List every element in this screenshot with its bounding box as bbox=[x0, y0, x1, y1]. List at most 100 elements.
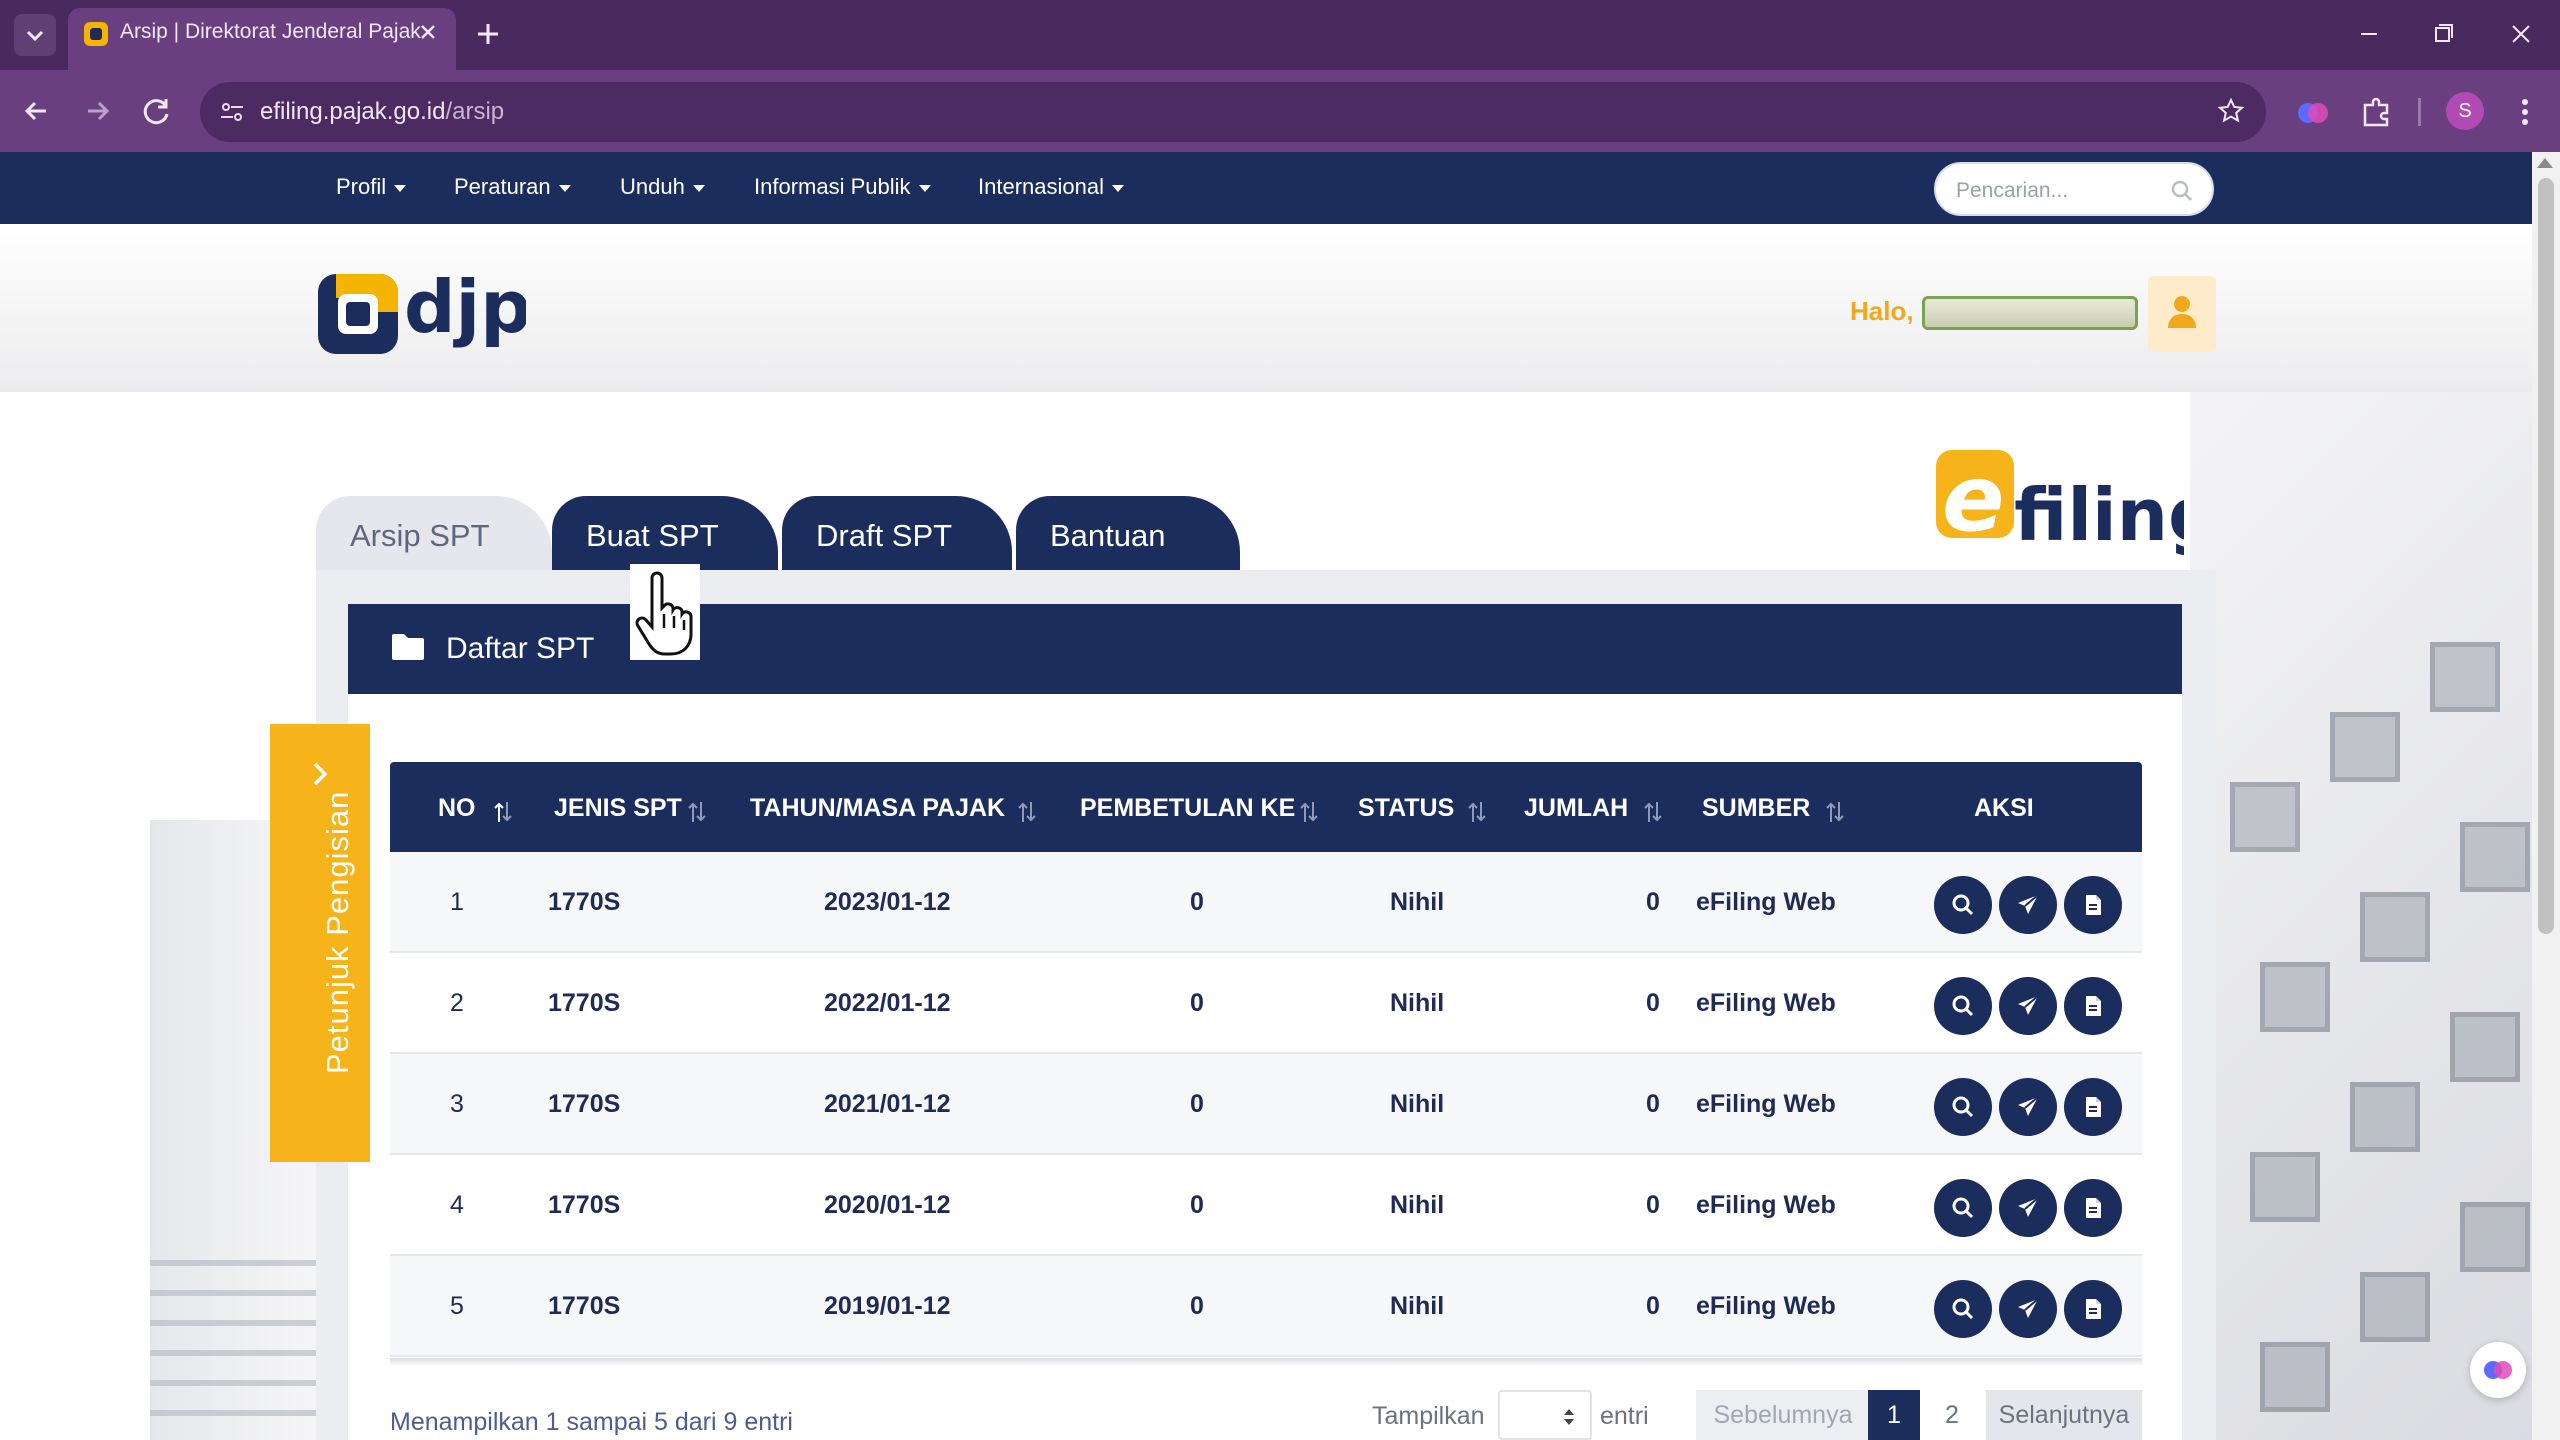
send-icon-button[interactable] bbox=[1999, 876, 2057, 934]
send-icon-button[interactable] bbox=[1999, 977, 2057, 1035]
document-icon-button[interactable] bbox=[2064, 1280, 2122, 1338]
nav-unduh[interactable]: Unduh bbox=[620, 174, 705, 200]
cell-status: Nihil bbox=[1390, 1292, 1445, 1320]
send-icon-button[interactable] bbox=[1999, 1078, 2057, 1136]
cell-tahun-masa-pajak: 2021/01-12 bbox=[824, 1090, 951, 1118]
profile-avatar[interactable]: S bbox=[2446, 92, 2484, 130]
petunjuk-pengisian-side-tab[interactable]: Petunjuk Pengisian bbox=[270, 724, 370, 1162]
entries-per-page-select[interactable] bbox=[1498, 1390, 1592, 1440]
table-row: 5 1770S 2019/01-12 0 Nihil 0 eFiling Web bbox=[390, 1256, 2142, 1357]
cell-status: Nihil bbox=[1390, 1191, 1445, 1219]
nav-profil[interactable]: Profil bbox=[336, 174, 407, 200]
view-search-icon-button[interactable] bbox=[1934, 1280, 1992, 1338]
view-search-icon-button[interactable] bbox=[1934, 977, 1992, 1035]
site-header: djp Halo, bbox=[0, 224, 2532, 392]
sort-arrows-icon[interactable] bbox=[1826, 800, 1844, 824]
sort-arrows-icon[interactable] bbox=[688, 800, 706, 824]
cell-no: 5 bbox=[450, 1292, 464, 1320]
minimize-window-icon[interactable] bbox=[2344, 14, 2394, 54]
close-tab-icon[interactable] bbox=[414, 18, 442, 46]
column-header-sumber[interactable]: SUMBER bbox=[1702, 794, 1810, 823]
cell-tahun-masa-pajak: 2023/01-12 bbox=[824, 888, 951, 916]
site-search-input[interactable]: Pencarian... bbox=[1934, 162, 2214, 216]
new-tab-plus-icon[interactable] bbox=[470, 16, 506, 52]
cell-sumber: eFiling Web bbox=[1696, 989, 1836, 1017]
djp-favicon-icon bbox=[84, 22, 108, 46]
cell-sumber: eFiling Web bbox=[1696, 1191, 1836, 1219]
search-icon[interactable] bbox=[2170, 179, 2194, 203]
cell-jenis-spt: 1770S bbox=[548, 1292, 621, 1320]
column-header-jenis-spt[interactable]: JENIS SPT bbox=[554, 794, 682, 823]
column-header-jumlah[interactable]: JUMLAH bbox=[1524, 794, 1628, 823]
table-bottom-shadow bbox=[390, 1358, 2142, 1366]
column-header-pembetulan-ke[interactable]: PEMBETULAN KE bbox=[1080, 794, 1295, 823]
column-header-no[interactable]: NO bbox=[438, 794, 476, 823]
sort-arrows-icon[interactable] bbox=[1300, 800, 1318, 824]
tab-bantuan[interactable]: Bantuan bbox=[1016, 496, 1240, 570]
nav-internasional[interactable]: Internasional bbox=[978, 174, 1124, 200]
browser-tab-strip: Arsip | Direktorat Jenderal Pajak bbox=[0, 0, 2560, 70]
reload-icon[interactable] bbox=[136, 90, 178, 132]
sort-arrows-icon[interactable] bbox=[494, 800, 512, 824]
nav-peraturan[interactable]: Peraturan bbox=[454, 174, 571, 200]
cell-sumber: eFiling Web bbox=[1696, 1090, 1836, 1118]
document-icon-button[interactable] bbox=[2064, 876, 2122, 934]
svg-text:djp: djp bbox=[404, 265, 526, 349]
previous-page-button[interactable]: Sebelumnya bbox=[1696, 1390, 1870, 1440]
address-bar[interactable]: efiling.pajak.go.id/arsip bbox=[200, 82, 2266, 142]
column-header-status[interactable]: STATUS bbox=[1358, 794, 1454, 823]
browser-tab-active[interactable]: Arsip | Direktorat Jenderal Pajak bbox=[68, 8, 456, 70]
next-page-button[interactable]: Selanjutnya bbox=[1986, 1390, 2142, 1440]
djp-logo[interactable]: djp bbox=[316, 260, 526, 360]
send-icon-button[interactable] bbox=[1999, 1280, 2057, 1338]
browser-toolbar: efiling.pajak.go.id/arsip bbox=[0, 70, 2560, 152]
view-search-icon-button[interactable] bbox=[1934, 876, 1992, 934]
cell-tahun-masa-pajak: 2019/01-12 bbox=[824, 1292, 951, 1320]
search-placeholder: Pencarian... bbox=[1956, 179, 2069, 202]
cell-sumber: eFiling Web bbox=[1696, 888, 1836, 916]
close-window-icon[interactable] bbox=[2496, 14, 2546, 54]
toolbar-divider bbox=[2418, 98, 2421, 126]
cell-no: 3 bbox=[450, 1090, 464, 1118]
scrollbar-thumb[interactable] bbox=[2538, 178, 2554, 934]
hand-cursor-icon bbox=[630, 564, 700, 660]
sort-arrows-icon[interactable] bbox=[1468, 800, 1486, 824]
restore-window-icon[interactable] bbox=[2418, 14, 2468, 54]
nav-informasi-publik[interactable]: Informasi Publik bbox=[754, 174, 931, 200]
cell-jumlah: 0 bbox=[1646, 888, 1660, 916]
forward-arrow-icon[interactable] bbox=[76, 90, 118, 132]
ai-extension-icon[interactable] bbox=[2296, 96, 2330, 130]
user-menu-button[interactable] bbox=[2148, 276, 2216, 352]
document-icon-button[interactable] bbox=[2064, 1078, 2122, 1136]
sort-arrows-icon[interactable] bbox=[1644, 800, 1662, 824]
site-info-icon[interactable] bbox=[218, 98, 246, 126]
efiling-logo: e filing bbox=[1934, 446, 2184, 556]
bookmark-star-icon[interactable] bbox=[2216, 96, 2246, 126]
view-search-icon-button[interactable] bbox=[1934, 1179, 1992, 1237]
column-header-tahun-masa-pajak[interactable]: TAHUN/MASA PAJAK bbox=[750, 794, 1005, 823]
cell-pembetulan-ke: 0 bbox=[1190, 888, 1204, 916]
cell-jumlah: 0 bbox=[1646, 989, 1660, 1017]
view-search-icon-button[interactable] bbox=[1934, 1078, 1992, 1136]
scroll-up-arrow-icon[interactable] bbox=[2537, 158, 2553, 168]
page-2-button[interactable]: 2 bbox=[1926, 1390, 1978, 1440]
document-icon-button[interactable] bbox=[2064, 977, 2122, 1035]
table-info-text: Menampilkan 1 sampai 5 dari 9 entri bbox=[390, 1408, 793, 1436]
browser-tab-title: Arsip | Direktorat Jenderal Pajak bbox=[120, 20, 421, 43]
tab-buat-spt[interactable]: Buat SPT bbox=[552, 496, 778, 570]
page-1-button[interactable]: 1 bbox=[1868, 1390, 1920, 1440]
back-arrow-icon[interactable] bbox=[16, 90, 58, 132]
send-icon-button[interactable] bbox=[1999, 1179, 2057, 1237]
tab-draft-spt[interactable]: Draft SPT bbox=[782, 496, 1012, 570]
tab-arsip-spt[interactable]: Arsip SPT bbox=[316, 496, 552, 570]
entries-label: entri bbox=[1600, 1402, 1649, 1430]
cell-status: Nihil bbox=[1390, 1090, 1445, 1118]
cell-tahun-masa-pajak: 2020/01-12 bbox=[824, 1191, 951, 1219]
extensions-puzzle-icon[interactable] bbox=[2357, 93, 2395, 131]
sort-arrows-icon[interactable] bbox=[1018, 800, 1036, 824]
tab-search-button[interactable] bbox=[14, 14, 56, 56]
url-text: efiling.pajak.go.id/arsip bbox=[260, 98, 505, 125]
assistant-extension-icon[interactable] bbox=[2470, 1342, 2526, 1398]
document-icon-button[interactable] bbox=[2064, 1179, 2122, 1237]
browser-menu-icon[interactable] bbox=[2506, 92, 2544, 132]
